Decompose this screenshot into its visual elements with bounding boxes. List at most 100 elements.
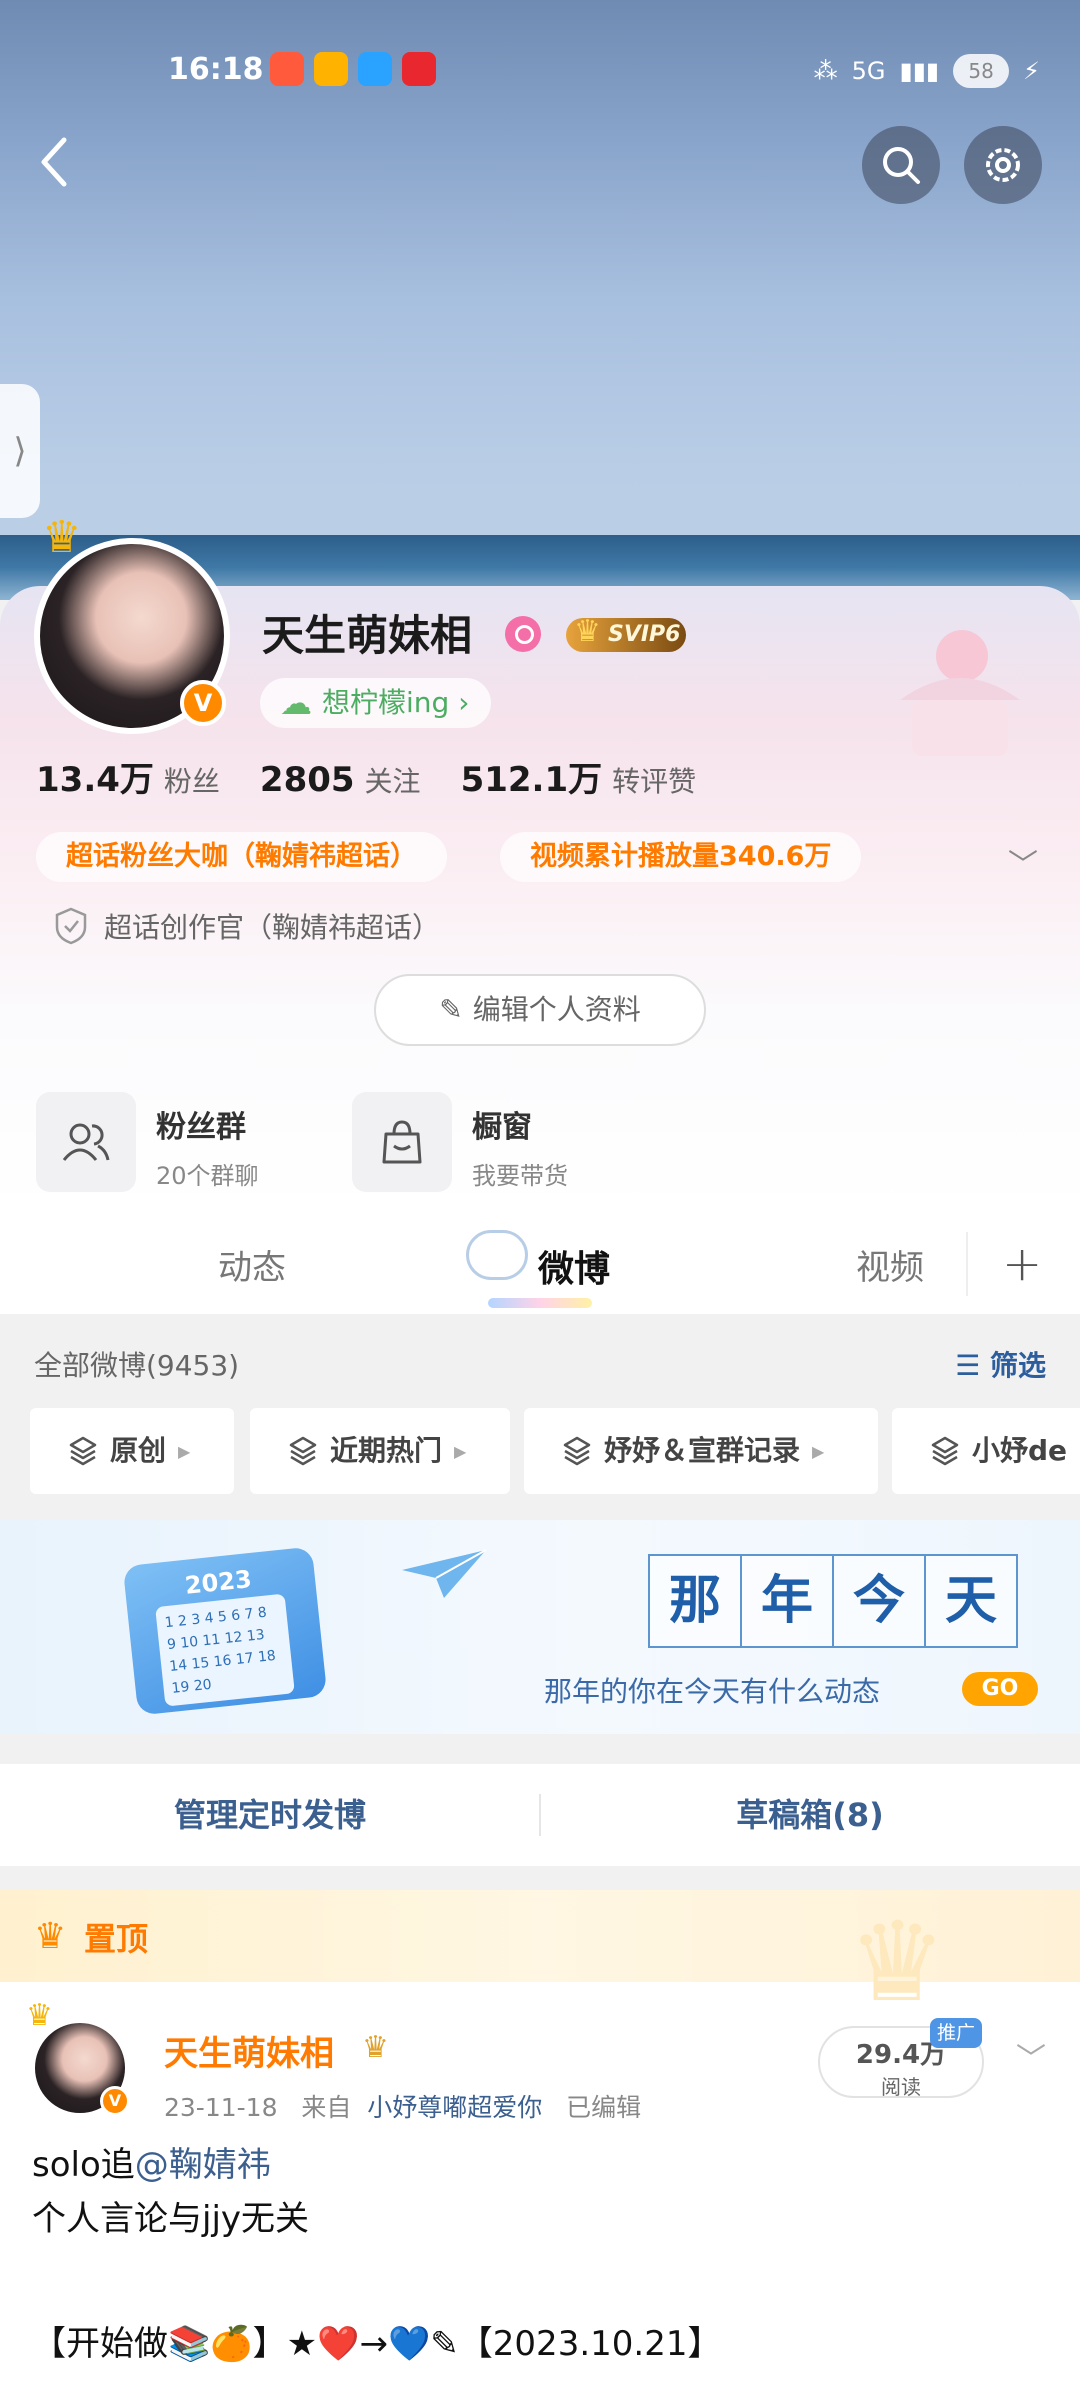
filter-icon: ☰ [955,1349,981,1382]
notification-app-icon [402,52,436,86]
triangle-right-icon: ▶ [812,1442,825,1461]
layers-icon [563,1436,591,1466]
tab-video[interactable]: 视频 [856,1240,924,1289]
back-arrow-icon[interactable] [28,132,88,192]
notification-app-icon [358,52,392,86]
shop-window-entry[interactable]: 橱窗 我要带货 [352,1092,568,1192]
filter-chip[interactable]: 近期热门 ▶ [250,1408,510,1494]
memory-title-char: 今 [832,1554,926,1648]
notification-app-icon [270,52,304,86]
memory-banner[interactable]: 2023 1 2 3 4 5 6 7 8 9 10 11 12 13 14 15… [0,1520,1080,1734]
layers-icon [931,1436,959,1466]
tab-divider [966,1232,968,1296]
verified-badge: V [100,2086,130,2116]
status-time: 16:18 [168,52,264,87]
filter-chip[interactable]: 小妤de [892,1408,1080,1494]
feature-subtitle: 我要带货 [472,1162,568,1190]
promote-badge[interactable]: 推广 [930,2018,982,2048]
chip-label: 近期热门 [330,1434,443,1467]
go-button[interactable]: GO [962,1672,1038,1706]
certification-row[interactable]: 超话创作官（鞠婧祎超话） [54,906,440,946]
post-line-2: 个人言论与jjy无关 [32,2199,310,2239]
edit-profile-label: 编辑个人资料 [472,993,641,1026]
network-label: 5G [851,57,886,85]
stat-followers[interactable]: 13.4万 粉丝 [36,752,220,801]
filter-label: 筛选 [989,1349,1046,1382]
honor-tag[interactable]: 超话粉丝大咖（鞠婧祎超话） [36,832,447,882]
fans-group-entry[interactable]: 粉丝群 20个群聊 [36,1092,259,1192]
edit-profile-button[interactable]: ✎ 编辑个人资料 [374,974,706,1046]
post-author[interactable]: 天生萌妹相 [164,2026,334,2075]
battery-icon: 58 [953,54,1010,88]
signal-icon: ⁂ [813,57,838,85]
stat-label: 转评赞 [612,765,697,798]
pencil-icon: ✎ [439,993,463,1026]
search-button[interactable] [862,126,940,204]
stat-value: 512.1万 [460,760,603,800]
filter-chip[interactable]: 妤妤＆宣群记录 ▶ [524,1408,878,1494]
weibo-filter-area: 全部微博(9453) ☰ 筛选 原创 ▶ 近期热门 ▶ 妤妤＆宣群记录 ▶ 小妤de [0,1314,1080,1520]
settings-button[interactable] [964,126,1042,204]
post-body: solo追@鞠婧祎 个人言论与jjy无关 [32,2138,309,2246]
calendar-icon: 2023 1 2 3 4 5 6 7 8 9 10 11 12 13 14 15… [122,1546,328,1716]
pinned-post[interactable]: ♛ 置顶 ♛ ♛ V 天生萌妹相 ♛ 23-11-18 来自 小妤尊嘟超爱你 已… [0,1890,1080,2400]
triangle-right-icon: ▶ [178,1442,191,1461]
chip-label: 小妤de [972,1434,1068,1467]
pinned-label: 置顶 [84,1920,149,1958]
filter-chip[interactable]: 原创 ▶ [30,1408,234,1494]
mention-link[interactable]: @鞠婧祎 [135,2145,271,2185]
post-source[interactable]: 小妤尊嘟超爱你 [367,2093,542,2122]
side-drawer-handle[interactable]: ⟩ [0,384,40,518]
stat-following[interactable]: 2805 关注 [260,760,421,800]
crown-icon: ♛ [26,1998,53,2033]
post-meta: 23-11-18 来自 小妤尊嘟超爱你 已编辑 [164,2088,641,2124]
chip-label: 原创 [110,1434,167,1467]
calendar-year: 2023 [183,1565,253,1600]
crown-icon: ♛ [34,1916,67,1957]
stat-label: 关注 [364,765,421,798]
post-text-prefix: solo追 [32,2145,135,2185]
profile-stats: 13.4万 粉丝 2805 关注 512.1万 转评赞 [36,752,696,801]
vip-crown-icon: ♛ [362,2030,389,2065]
search-icon [883,147,920,184]
drafts-button[interactable]: 草稿箱(8) [540,1764,1080,1866]
feature-subtitle: 20个群聊 [156,1162,259,1190]
layers-icon [289,1436,317,1466]
cupcake-decoration-icon [900,630,1020,756]
stat-label: 粉丝 [163,765,220,798]
memory-title-char: 年 [740,1554,834,1648]
scheduled-posts-button[interactable]: 管理定时发博 [0,1764,540,1866]
people-icon [36,1092,136,1192]
certification-text: 超话创作官（鞠婧祎超话） [104,911,441,944]
paper-plane-icon [402,1549,487,1598]
gear-icon [986,148,1020,182]
honor-tag[interactable]: 视频累计播放量340.6万 [500,832,862,882]
search-badge-icon[interactable] [505,616,541,652]
stat-likes[interactable]: 512.1万 转评赞 [461,752,697,801]
triangle-right-icon: ▶ [454,1442,467,1461]
manage-bar: 管理定时发博 草稿箱(8) [0,1764,1080,1866]
layers-icon [69,1436,97,1466]
svip-badge[interactable]: SVIP6 [566,615,686,652]
memory-subtitle: 那年的你在今天有什么动态 [544,1675,881,1708]
bunny-mascot-icon [466,1230,528,1280]
tab-weibo[interactable]: 微博 [538,1240,610,1292]
chevron-right-icon: › [458,686,470,719]
mood-text: 想柠檬ing [322,686,450,719]
add-tab-icon[interactable]: + [1002,1236,1042,1292]
signal-bars-icon: ▮▮▮ [899,57,940,85]
filter-button[interactable]: ☰ 筛选 [955,1344,1046,1384]
pinned-header: ♛ 置顶 ♛ [0,1890,1080,2026]
chevron-down-icon[interactable]: ﹀ [1016,2034,1046,2078]
all-weibo-count[interactable]: 全部微博(9453) [34,1344,239,1384]
notification-app-icon [314,52,348,86]
post-from-prefix: 来自 [301,2093,352,2122]
chevron-down-icon[interactable]: ﹀ [1008,840,1038,884]
tab-dynamic[interactable]: 动态 [218,1240,286,1289]
status-bar: 16:18 ⁂ 5G ▮▮▮ 58 ⚡ [0,40,1080,100]
read-label: 阅读 [881,2075,921,2099]
profile-nickname: 天生萌妹相 [262,611,473,660]
profile-tabs: 动态 微博 视频 + [0,1210,1080,1314]
mood-status[interactable]: 想柠檬ing › [260,678,492,728]
post-line-1: solo追@鞠婧祎 [32,2138,309,2192]
